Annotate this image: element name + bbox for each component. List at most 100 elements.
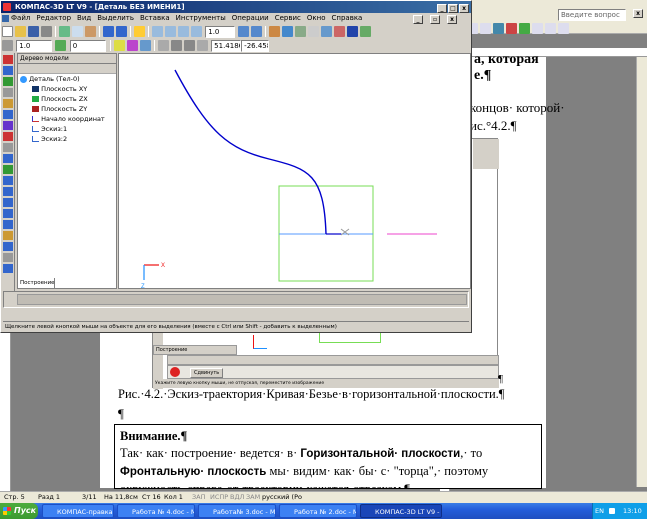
menu-file[interactable]: Файл bbox=[11, 14, 30, 22]
menu-view[interactable]: Вид bbox=[77, 14, 91, 22]
tool-icon[interactable] bbox=[3, 77, 13, 86]
line-width-field[interactable]: 1.0 bbox=[16, 39, 53, 52]
view-icon[interactable] bbox=[308, 26, 320, 37]
tab-construction[interactable]: Построение bbox=[17, 278, 55, 289]
word-close-button[interactable]: x bbox=[633, 9, 643, 18]
snap-icon[interactable] bbox=[170, 40, 182, 51]
viewport[interactable]: X Z bbox=[118, 53, 471, 289]
taskbar-item[interactable]: КОМПАС-правка bbox=[42, 504, 114, 518]
toolbar-icon[interactable] bbox=[532, 23, 543, 34]
view-icon[interactable] bbox=[269, 26, 281, 37]
menu-operations[interactable]: Операции bbox=[232, 14, 269, 22]
coords-icon[interactable] bbox=[196, 40, 208, 51]
tool-icon[interactable] bbox=[3, 176, 13, 185]
tool-icon[interactable] bbox=[3, 88, 13, 97]
color-icon[interactable] bbox=[126, 40, 138, 51]
shaded-icon[interactable] bbox=[347, 26, 359, 37]
view-icon[interactable] bbox=[295, 26, 307, 37]
tree-item-plane-zx[interactable]: Плоскость ZX bbox=[18, 94, 116, 104]
layer-field[interactable]: 0 bbox=[69, 39, 106, 52]
tool-icon[interactable] bbox=[3, 55, 13, 64]
cut-icon[interactable] bbox=[59, 26, 70, 37]
word-help-search[interactable]: Введите вопрос bbox=[558, 9, 626, 21]
tool-icon[interactable] bbox=[3, 143, 13, 152]
menu-service[interactable]: Сервис bbox=[275, 14, 301, 22]
rotate-icon[interactable] bbox=[251, 26, 263, 37]
view-icon[interactable] bbox=[321, 26, 333, 37]
tool-icon[interactable] bbox=[3, 99, 13, 108]
tool-icon[interactable] bbox=[3, 110, 13, 119]
paste-icon[interactable] bbox=[85, 26, 96, 37]
tool-icon[interactable] bbox=[3, 264, 13, 273]
style-icon[interactable] bbox=[2, 40, 13, 51]
tool-icon[interactable] bbox=[3, 132, 13, 141]
toolbar-icon[interactable] bbox=[480, 23, 491, 34]
toolbar-icon[interactable] bbox=[558, 23, 569, 34]
status-ovr[interactable]: ЗАМ bbox=[246, 492, 260, 503]
tool-icon[interactable] bbox=[3, 209, 13, 218]
zoom-out-icon[interactable] bbox=[165, 26, 176, 37]
menu-select[interactable]: Выделить bbox=[97, 14, 134, 22]
copy-icon[interactable] bbox=[72, 26, 83, 37]
toolbar-icon[interactable] bbox=[493, 23, 504, 34]
word-vscrollbar[interactable] bbox=[636, 57, 647, 487]
doc-close-button[interactable]: x bbox=[447, 15, 457, 24]
tool-icon[interactable] bbox=[3, 242, 13, 251]
toolbar-icon[interactable] bbox=[519, 23, 530, 34]
save-icon[interactable] bbox=[28, 26, 39, 37]
tree-item-origin[interactable]: Начало координат bbox=[18, 114, 116, 124]
status-ext[interactable]: ВДЛ bbox=[230, 492, 244, 503]
zoom-in-icon[interactable] bbox=[152, 26, 163, 37]
tree-item-plane-xy[interactable]: Плоскость XY bbox=[18, 84, 116, 94]
menu-window[interactable]: Окно bbox=[307, 14, 326, 22]
menu-edit[interactable]: Редактор bbox=[36, 14, 71, 22]
redo-icon[interactable] bbox=[116, 26, 127, 37]
taskbar-item[interactable]: Работа№ 3.doc - Micro... bbox=[198, 504, 276, 518]
tool-icon[interactable] bbox=[3, 187, 13, 196]
stop-icon[interactable] bbox=[170, 367, 180, 377]
open-icon[interactable] bbox=[15, 26, 26, 37]
start-button[interactable]: Пуск bbox=[0, 503, 38, 519]
minimize-button[interactable]: _ bbox=[437, 4, 447, 13]
snap-icon[interactable] bbox=[183, 40, 195, 51]
grid-icon[interactable] bbox=[157, 40, 169, 51]
taskbar-item[interactable]: Работа № 4.doc - Micro... bbox=[117, 504, 195, 518]
zoom-all-icon[interactable] bbox=[191, 26, 202, 37]
status-trk[interactable]: ИСПР bbox=[210, 492, 228, 503]
tool-icon[interactable] bbox=[3, 121, 13, 130]
properties-icon[interactable] bbox=[113, 40, 125, 51]
coord-y-field[interactable]: -26.458 bbox=[241, 39, 270, 52]
toolbar-icon[interactable] bbox=[506, 23, 517, 34]
tool-icon[interactable] bbox=[3, 253, 13, 262]
taskbar-item-active[interactable]: КОМПАС-3D LT V9 - [... bbox=[360, 504, 442, 518]
pan-button[interactable]: Сдвинуть bbox=[190, 368, 224, 378]
doc-minimize-button[interactable]: _ bbox=[413, 15, 423, 24]
perspective-icon[interactable] bbox=[360, 26, 372, 37]
maximize-button[interactable]: □ bbox=[448, 4, 458, 13]
doc-restore-button[interactable]: ▫ bbox=[430, 15, 440, 24]
tree-item-part[interactable]: Деталь (Тел-0) bbox=[18, 74, 116, 84]
help-icon[interactable] bbox=[134, 26, 145, 37]
tree-item-sketch-2[interactable]: Эскиз:2 bbox=[18, 134, 116, 144]
undo-icon[interactable] bbox=[103, 26, 114, 37]
toolbar-icon[interactable] bbox=[545, 23, 556, 34]
tray-language[interactable]: EN bbox=[595, 503, 604, 519]
layer-icon[interactable] bbox=[55, 40, 67, 51]
print-icon[interactable] bbox=[41, 26, 52, 37]
coord-x-field[interactable]: 51.4186 bbox=[211, 39, 242, 52]
tool-icon[interactable] bbox=[3, 154, 13, 163]
tool-icon[interactable] bbox=[3, 165, 13, 174]
status-rec[interactable]: ЗАП bbox=[192, 492, 206, 503]
close-button[interactable]: x bbox=[459, 4, 469, 13]
menu-insert[interactable]: Вставка bbox=[140, 14, 170, 22]
view-icon[interactable] bbox=[282, 26, 294, 37]
menu-help[interactable]: Справка bbox=[332, 14, 363, 22]
rebuild-icon[interactable] bbox=[139, 40, 151, 51]
zoom-field[interactable]: 1.0 bbox=[205, 25, 236, 38]
new-icon[interactable] bbox=[2, 26, 13, 37]
zoom-window-icon[interactable] bbox=[178, 26, 189, 37]
tool-icon[interactable] bbox=[3, 66, 13, 75]
tool-icon[interactable] bbox=[3, 220, 13, 229]
tree-item-plane-zy[interactable]: Плоскость ZY bbox=[18, 104, 116, 114]
menu-tools[interactable]: Инструменты bbox=[176, 14, 226, 22]
